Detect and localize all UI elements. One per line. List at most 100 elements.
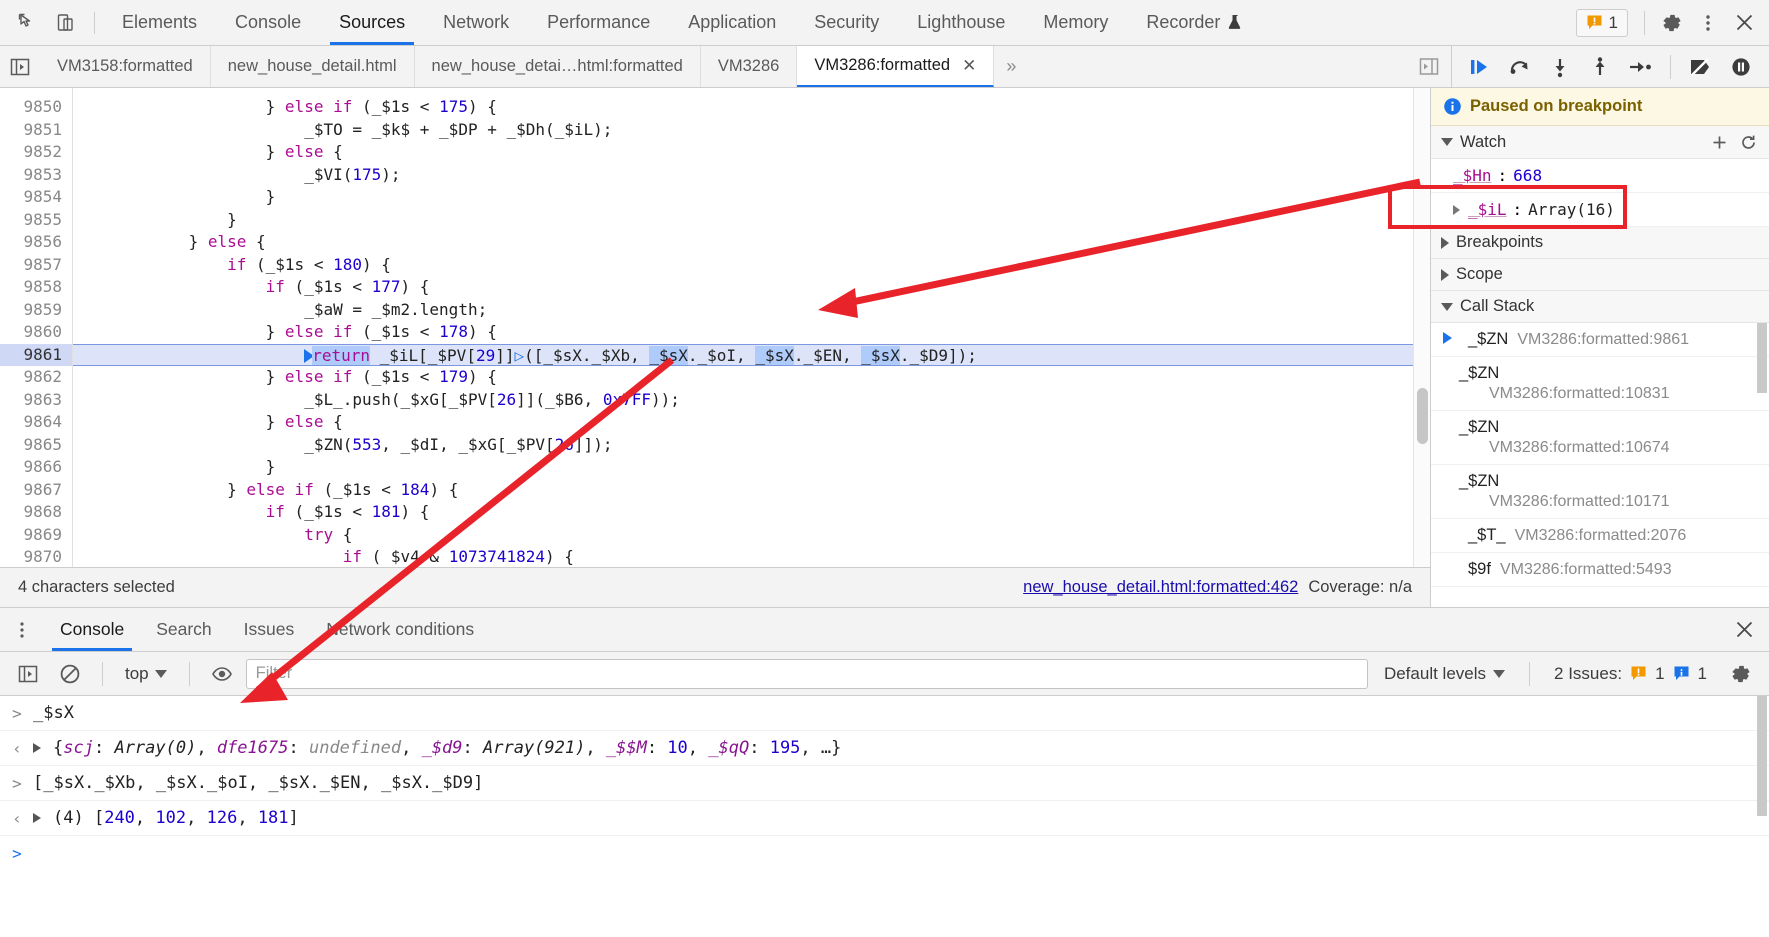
drawer-tab-network-conditions[interactable]: Network conditions	[310, 608, 490, 651]
drawer-close-icon[interactable]	[1719, 608, 1769, 651]
code-line[interactable]: if (_$1s < 177) {	[73, 276, 1413, 299]
code-line[interactable]: } else {	[73, 411, 1413, 434]
line-number[interactable]: 9859	[0, 299, 72, 322]
call-stack-section-header[interactable]: Call Stack	[1431, 291, 1769, 323]
watch-row-hn[interactable]: _$Hn: 668	[1431, 159, 1769, 193]
code-line[interactable]: _$L_.push(_$xG[_$PV[26]](_$B6, 0x7FF));	[73, 389, 1413, 412]
refresh-watch-icon[interactable]	[1737, 132, 1759, 152]
code-line[interactable]: } else {	[73, 141, 1413, 164]
clear-console-icon[interactable]	[52, 658, 88, 690]
file-tab-vm3158-formatted[interactable]: VM3158:formatted	[40, 46, 211, 87]
console-output-row[interactable]: ‹ (4) [240, 102, 126, 181]	[0, 801, 1769, 836]
line-number[interactable]: 9864	[0, 411, 72, 434]
chevron-right-icon[interactable]	[1453, 204, 1460, 215]
tab-console[interactable]: Console	[216, 0, 320, 45]
code-editor[interactable]: 9850 9851 9852 9853 9854 9855 9856 9857 9858 9859…	[0, 88, 1430, 567]
code-line[interactable]: _$ZN(553, _$dI, _$xG[_$PV[26]]);	[73, 434, 1413, 457]
pause-on-exceptions-button[interactable]	[1723, 51, 1759, 83]
code-line-current[interactable]: return _$iL[_$PV[29]]▷([_$sX._$Xb, _$sX.…	[73, 343, 1413, 366]
line-number[interactable]: 9863	[0, 389, 72, 412]
file-tab-new-house-detail-html[interactable]: new_house_detail.html	[211, 46, 415, 87]
drawer-kebab-menu-icon[interactable]	[0, 608, 44, 651]
tab-application[interactable]: Application	[669, 0, 795, 45]
code-content[interactable]: } else if (_$1s < 175) { _$TO = _$k$ + _…	[73, 88, 1413, 567]
add-watch-expression-icon[interactable]	[1708, 132, 1730, 152]
scrollbar-thumb[interactable]	[1757, 323, 1767, 393]
step-into-next-function-call-button[interactable]	[1542, 51, 1578, 83]
line-number[interactable]: 9861	[0, 343, 72, 366]
line-number[interactable]: 9855	[0, 209, 72, 232]
console-issues-summary[interactable]: 2 Issues: 1 1	[1544, 660, 1717, 688]
code-line[interactable]: }	[73, 209, 1413, 232]
line-number[interactable]: 9857	[0, 254, 72, 277]
call-stack-frame-5[interactable]: $9f VM3286:formatted:5493	[1431, 553, 1769, 587]
call-stack-list[interactable]: _$ZN VM3286:formatted:9861 _$ZN VM3286:f…	[1431, 323, 1769, 607]
file-tab-new-house-detail-html-formatted[interactable]: new_house_detai…html:formatted	[415, 46, 701, 87]
console-filter-input[interactable]	[245, 658, 1368, 689]
code-line[interactable]: }	[73, 186, 1413, 209]
drawer-tab-console[interactable]: Console	[44, 608, 140, 651]
drawer-tab-search[interactable]: Search	[140, 608, 227, 651]
line-number[interactable]: 9860	[0, 321, 72, 344]
scrollbar-thumb[interactable]	[1417, 388, 1428, 444]
code-line[interactable]: _$TO = _$k$ + _$DP + _$Dh(_$iL);	[73, 119, 1413, 142]
call-stack-frame-4[interactable]: _$T_ VM3286:formatted:2076	[1431, 519, 1769, 553]
call-stack-frame-3[interactable]: _$ZN VM3286:formatted:10171	[1431, 465, 1769, 519]
console-message-list[interactable]: > _$sX ‹ {scj: Array(0), dfe1675: undefined…	[0, 696, 1769, 937]
line-number[interactable]: 9852	[0, 141, 72, 164]
editor-vertical-scrollbar[interactable]	[1413, 88, 1430, 567]
call-stack-frame-2[interactable]: _$ZN VM3286:formatted:10674	[1431, 411, 1769, 465]
tab-performance[interactable]: Performance	[528, 0, 669, 45]
inspect-element-icon[interactable]	[10, 6, 44, 40]
tab-memory[interactable]: Memory	[1024, 0, 1127, 45]
tab-network[interactable]: Network	[424, 0, 528, 45]
expand-object-icon[interactable]	[33, 813, 41, 823]
scrollbar-thumb[interactable]	[1757, 696, 1767, 816]
tab-sources[interactable]: Sources	[320, 0, 424, 45]
console-input-row[interactable]: > [_$sX._$Xb, _$sX._$oI, _$sX._$EN, _$sX.…	[0, 766, 1769, 801]
watch-row-il[interactable]: _$iL: Array(16)	[1431, 193, 1769, 227]
line-number[interactable]: 9868	[0, 501, 72, 524]
line-number[interactable]: 9867	[0, 479, 72, 502]
device-toolbar-icon[interactable]	[48, 6, 82, 40]
code-line[interactable]: } else if (_$1s < 175) {	[73, 96, 1413, 119]
code-line[interactable]: _$VI(175);	[73, 164, 1413, 187]
code-line[interactable]: }	[73, 456, 1413, 479]
breakpoints-section-header[interactable]: Breakpoints	[1431, 227, 1769, 259]
console-prompt[interactable]: >	[0, 836, 1769, 871]
drawer-tab-issues[interactable]: Issues	[228, 608, 311, 651]
console-input-row[interactable]: > _$sX	[0, 696, 1769, 731]
line-number[interactable]: 9865	[0, 434, 72, 457]
console-settings-gear-icon[interactable]	[1723, 658, 1759, 690]
call-stack-frame-0[interactable]: _$ZN VM3286:formatted:9861	[1431, 323, 1769, 357]
deactivate-breakpoints-button[interactable]	[1683, 51, 1719, 83]
console-sidebar-icon[interactable]	[10, 658, 46, 690]
tab-recorder[interactable]: Recorder	[1127, 0, 1262, 45]
expand-object-icon[interactable]	[33, 743, 41, 753]
console-output-row[interactable]: ‹ {scj: Array(0), dfe1675: undefined, _$d…	[0, 731, 1769, 766]
file-tab-vm3286[interactable]: VM3286	[701, 46, 798, 87]
console-log-levels-selector[interactable]: Default levels	[1374, 660, 1515, 688]
tab-lighthouse[interactable]: Lighthouse	[898, 0, 1024, 45]
call-stack-frame-1[interactable]: _$ZN VM3286:formatted:10831	[1431, 357, 1769, 411]
code-line[interactable]: if (_$1s < 181) {	[73, 501, 1413, 524]
line-number[interactable]: 9869	[0, 524, 72, 547]
toggle-debugger-sidebar-icon[interactable]	[1407, 46, 1451, 87]
line-number[interactable]: 9870	[0, 546, 72, 567]
more-file-tabs-icon[interactable]: »	[994, 46, 1028, 87]
step-over-next-function-call-button[interactable]	[1502, 51, 1538, 83]
call-stack-scrollbar[interactable]	[1755, 323, 1769, 607]
live-expression-icon[interactable]	[204, 658, 240, 690]
step-out-of-current-function-button[interactable]	[1582, 51, 1618, 83]
line-number[interactable]: 9850	[0, 96, 72, 119]
tab-elements[interactable]: Elements	[103, 0, 216, 45]
console-scrollbar[interactable]	[1755, 696, 1769, 937]
code-line[interactable]: } else if (_$1s < 184) {	[73, 479, 1413, 502]
code-line[interactable]: } else {	[73, 231, 1413, 254]
code-line[interactable]: } else if (_$1s < 178) {	[73, 321, 1413, 344]
issues-counter-button[interactable]: 1	[1575, 8, 1628, 37]
line-number[interactable]: 9862	[0, 366, 72, 389]
code-line[interactable]: if ( $v4 & 1073741824) {	[73, 546, 1413, 567]
watch-section-header[interactable]: Watch	[1431, 126, 1769, 159]
line-number[interactable]: 9851	[0, 119, 72, 142]
